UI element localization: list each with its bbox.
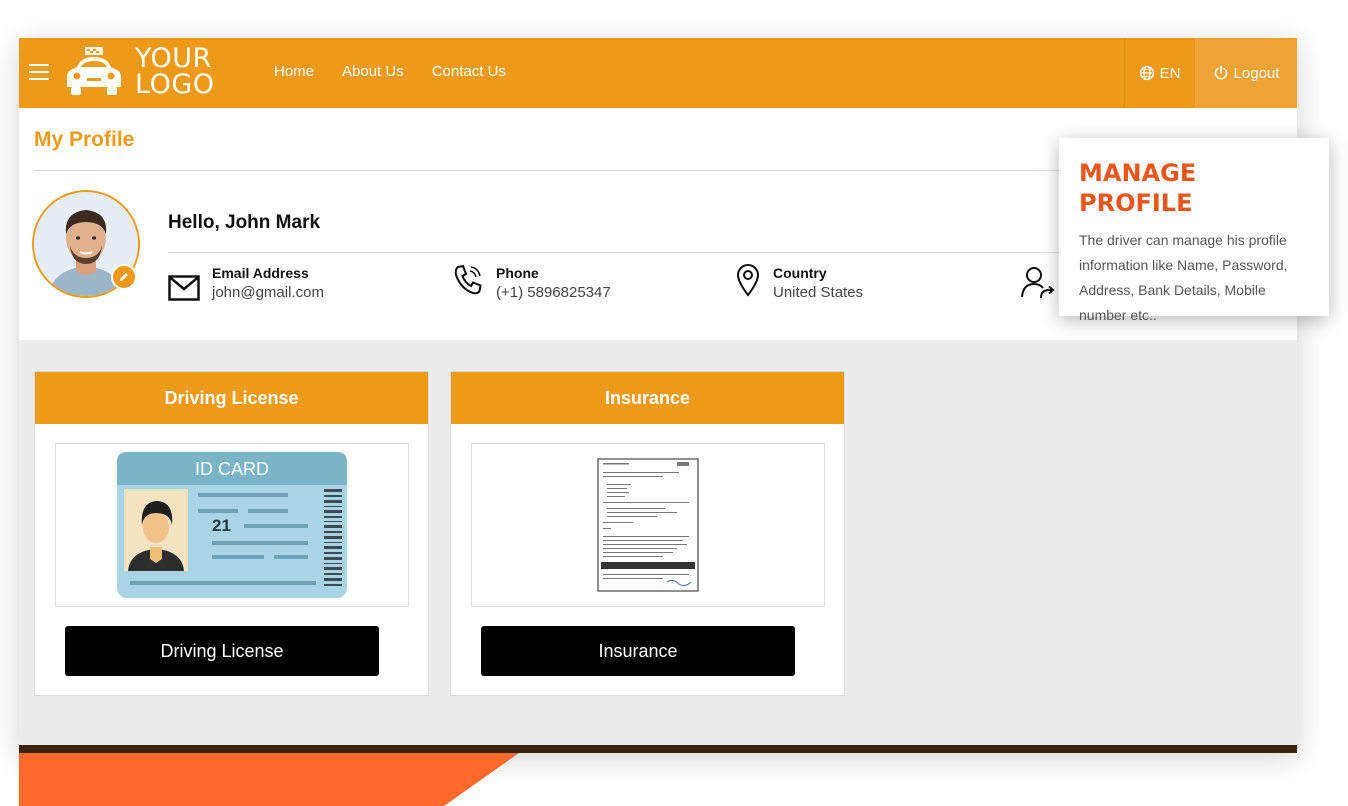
greeting: Hello, John Mark <box>168 212 321 233</box>
insurance-document-thumbnail <box>597 458 699 592</box>
country-label: Country <box>773 265 827 281</box>
phone-icon <box>454 264 482 295</box>
callout-body: The driver can manage his profile inform… <box>1079 232 1288 323</box>
phone-label: Phone <box>496 265 539 281</box>
nav-about-us[interactable]: About Us <box>342 63 404 80</box>
language-label: EN <box>1159 64 1181 82</box>
phone-info: Phone (+1) 5896825347 <box>452 263 611 303</box>
pencil-icon <box>120 273 128 281</box>
country-value: United States <box>773 284 864 301</box>
nav-home[interactable]: Home <box>274 63 314 80</box>
decorative-orange-wedge <box>19 753 519 806</box>
driving-license-card-header: Driving License <box>35 372 428 424</box>
user-edit-icon <box>1021 267 1055 299</box>
language-selector[interactable]: EN <box>1124 38 1194 108</box>
main-nav: Home About Us Contact Us <box>274 63 506 80</box>
globe-icon <box>1139 65 1154 81</box>
id-card-number: 21 <box>212 516 231 535</box>
edit-profile-button[interactable] <box>1019 264 1055 305</box>
insurance-button[interactable]: Insurance <box>481 626 795 676</box>
location-pin-icon <box>736 264 760 297</box>
insurance-card: Insurance Insurance <box>450 371 845 696</box>
nav-contact-us[interactable]: Contact Us <box>432 63 506 80</box>
phone-value: (+1) 5896825347 <box>496 284 611 301</box>
logo-line-2: LOGO <box>135 69 215 100</box>
driving-license-image[interactable]: ID CARD 21 <box>55 443 409 607</box>
manage-profile-callout: MANAGE PROFILE The driver can manage his… <box>1059 138 1329 323</box>
driving-license-button[interactable]: Driving License <box>65 626 379 676</box>
envelope-icon <box>168 275 200 301</box>
id-card-icon: ID CARD 21 <box>117 452 347 598</box>
email-value: john@gmail.com <box>212 284 324 301</box>
taxi-logo-icon <box>67 47 121 95</box>
insurance-image[interactable] <box>471 443 825 607</box>
email-label: Email Address <box>212 265 309 281</box>
logo-text: YOUR LOGO <box>135 45 215 100</box>
edit-avatar-button[interactable] <box>111 264 137 290</box>
menu-icon[interactable] <box>29 64 49 82</box>
power-icon <box>1214 65 1227 80</box>
footer-strip <box>19 745 1297 753</box>
top-header: YOUR LOGO Home About Us Contact Us EN Lo <box>19 38 1297 108</box>
driving-license-card: Driving License ID CARD 21 Driving Licen… <box>34 371 429 696</box>
page-title: My Profile <box>34 128 135 151</box>
insurance-card-header: Insurance <box>451 372 844 424</box>
email-info: Email Address john@gmail.com <box>168 263 324 303</box>
id-card-title: ID CARD <box>195 459 269 479</box>
logout-label: Logout <box>1233 64 1280 82</box>
country-info: Country United States <box>735 263 863 303</box>
logout-button[interactable]: Logout <box>1194 38 1297 108</box>
callout-title: MANAGE PROFILE <box>1079 159 1197 217</box>
